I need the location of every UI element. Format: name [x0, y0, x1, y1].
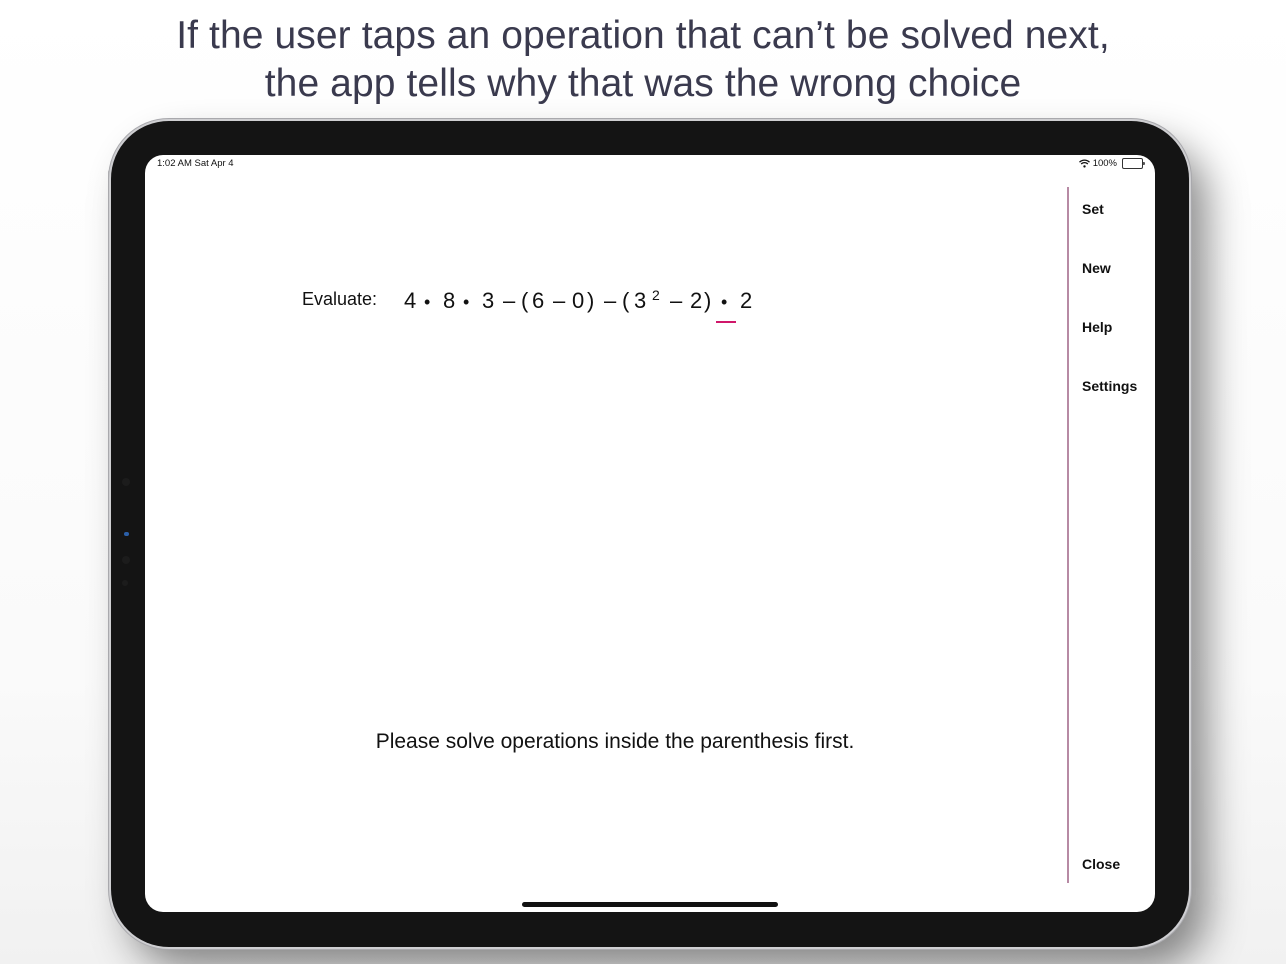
expression-operator-multiply-selected[interactable]: •: [721, 287, 727, 317]
device-sensor: [122, 556, 130, 564]
home-indicator[interactable]: [522, 902, 778, 907]
expression-operator-minus[interactable]: –: [503, 286, 515, 316]
sidebar-divider: [1067, 187, 1069, 883]
expression-operand: 4: [404, 288, 417, 313]
expression-operand: 3: [482, 288, 495, 313]
device-sensor: [122, 478, 130, 486]
menu-settings-button[interactable]: Settings: [1082, 378, 1137, 394]
wifi-icon: [1078, 159, 1090, 168]
expression-operator-minus[interactable]: –: [553, 286, 565, 316]
device-sensor: [122, 580, 128, 586]
expression-operand: 2: [690, 288, 703, 313]
caption-line-2: the app tells why that was the wrong cho…: [264, 62, 1022, 105]
expression-operand: 6: [532, 288, 545, 313]
expression-operand: 3: [634, 288, 647, 313]
caption: If the user taps an operation that can’t…: [0, 12, 1286, 108]
expression-operator-multiply[interactable]: •: [424, 287, 430, 317]
menu-help-button[interactable]: Help: [1082, 319, 1112, 335]
battery-percentage: 100%: [1092, 158, 1117, 169]
expression-operand: 2: [740, 288, 753, 313]
feedback-message: Please solve operations inside the paren…: [375, 730, 855, 753]
expression-paren-open: (: [521, 288, 529, 313]
caption-line-1: If the user taps an operation that can’t…: [176, 14, 1110, 57]
expression-operator-minus[interactable]: –: [604, 286, 616, 316]
expression-operator-multiply[interactable]: •: [463, 287, 469, 317]
camera-indicator: [124, 532, 129, 536]
menu-set-button[interactable]: Set: [1082, 201, 1104, 217]
menu-close-button[interactable]: Close: [1082, 856, 1120, 872]
expression-paren-close: ): [704, 288, 712, 313]
selection-underline: [716, 321, 736, 323]
expression-operator-minus[interactable]: –: [670, 286, 682, 316]
status-time-date: 1:02 AM Sat Apr 4: [157, 158, 234, 169]
expression-exponent[interactable]: 2: [652, 280, 660, 310]
expression-operand: 0: [572, 288, 585, 313]
expression-paren-open: (: [622, 288, 630, 313]
expression-operand: 8: [443, 288, 456, 313]
expression-paren-close: ): [587, 288, 595, 313]
evaluate-label: Evaluate:: [302, 289, 378, 309]
battery-icon: [1122, 158, 1145, 169]
menu-new-button[interactable]: New: [1082, 260, 1111, 276]
app-screen: 1:02 AM Sat Apr 4 100% Evaluate: 4 • 8 •…: [145, 155, 1155, 912]
status-right: 100%: [1078, 157, 1145, 170]
